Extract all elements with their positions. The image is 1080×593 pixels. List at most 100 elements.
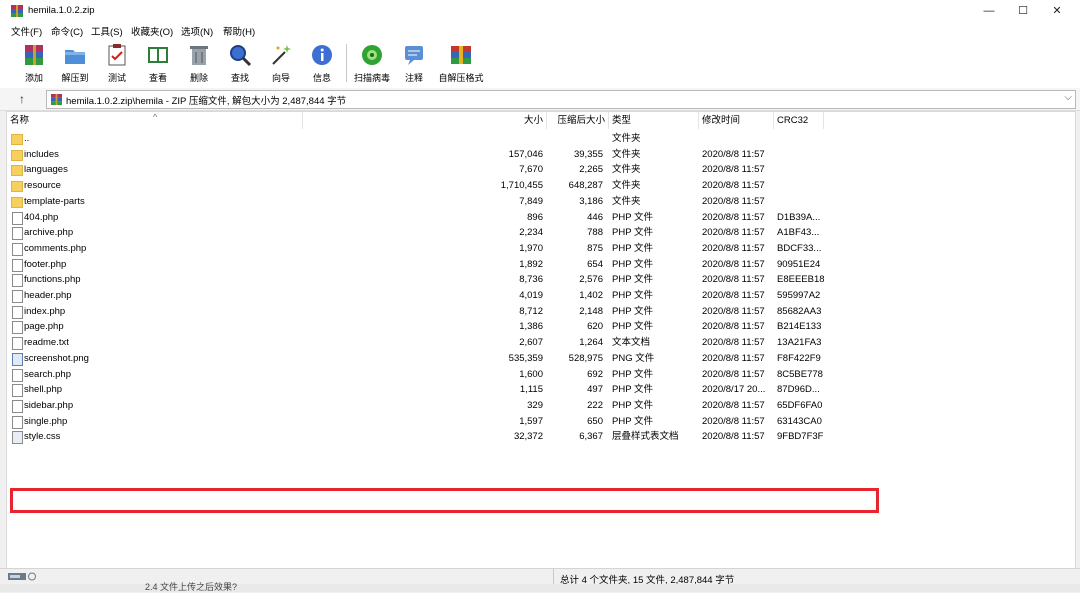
file-name: .. <box>24 133 30 144</box>
file-crc: 13A21FA3 <box>777 337 822 349</box>
file-crc: BDCF33... <box>777 242 822 254</box>
column-header-packed[interactable]: 压缩后大小 <box>547 112 609 129</box>
php-file-icon <box>12 368 23 382</box>
file-row[interactable]: includes 157,046 39,355 文件夹 2020/8/8 11:57 <box>7 147 1075 163</box>
find-button[interactable]: 查找 <box>220 41 260 87</box>
file-type: PHP 文件 <box>612 321 654 333</box>
file-packed-size: 692 <box>587 368 603 380</box>
drive-icon <box>8 572 36 581</box>
file-modified: 2020/8/8 11:57 <box>702 258 765 270</box>
file-name: single.php <box>24 415 68 427</box>
file-row[interactable]: style.css 32,372 6,367 层叠样式表文档 2020/8/8 11:5… <box>7 429 1075 445</box>
file-name: 404.php <box>24 211 59 223</box>
file-row[interactable]: sidebar.php 329 222 PHP 文件 2020/8/8 11:57 65D… <box>7 398 1075 414</box>
highlight-box <box>10 488 879 513</box>
menu-tools[interactable]: 工具(S) <box>91 24 123 38</box>
column-header-name[interactable]: 名称 ^ <box>7 112 303 129</box>
file-packed-size: 1,402 <box>579 290 603 301</box>
php-file-icon <box>12 242 23 256</box>
extract-to-button[interactable]: 解压到 <box>55 41 95 87</box>
file-row[interactable]: .. 文件夹 <box>7 131 1075 147</box>
info-button[interactable]: 信息 <box>302 41 342 87</box>
file-size: 1,386 <box>519 321 543 333</box>
file-modified: 2020/8/17 20... <box>702 384 766 396</box>
wizard-button[interactable]: 向导 <box>261 41 301 87</box>
file-size: 2,607 <box>519 337 543 349</box>
file-name: style.css <box>24 431 61 443</box>
php-file-icon <box>12 227 23 241</box>
file-row[interactable]: template-parts 7,849 3,186 文件夹 2020/8/8 11:5… <box>7 194 1075 210</box>
virus-scan-icon <box>362 45 382 65</box>
file-row[interactable]: readme.txt 2,607 1,264 文本文档 2020/8/8 11:57 13… <box>7 335 1075 351</box>
folder-icon <box>11 149 23 161</box>
test-button[interactable]: 测试 <box>97 41 137 87</box>
file-row[interactable]: shell.php 1,115 497 PHP 文件 2020/8/17 20... 87… <box>7 382 1075 398</box>
scan-virus-button[interactable]: 扫描病毒 <box>352 41 392 87</box>
file-packed-size: 497 <box>587 384 603 396</box>
up-one-level-button[interactable]: ↑ <box>14 91 30 107</box>
add-button[interactable]: 添加 <box>14 41 54 87</box>
column-header-type[interactable]: 类型 <box>609 112 699 129</box>
file-row[interactable]: functions.php 8,736 2,576 PHP 文件 2020/8/8 11… <box>7 272 1075 288</box>
file-row[interactable]: footer.php 1,892 654 PHP 文件 2020/8/8 11:57 90… <box>7 257 1075 273</box>
file-row[interactable]: languages 7,670 2,265 文件夹 2020/8/8 11:57 <box>7 162 1075 178</box>
sfx-button[interactable]: 自解压格式 <box>438 41 484 87</box>
file-name: index.php <box>24 305 66 317</box>
file-size: 896 <box>527 211 543 223</box>
file-modified: 2020/8/8 11:57 <box>702 274 765 286</box>
file-packed-size: 2,576 <box>579 274 603 286</box>
php-file-icon <box>12 384 23 398</box>
menu-favorites[interactable]: 收藏夹(O) <box>131 24 173 38</box>
column-header-modified[interactable]: 修改时间 <box>699 112 774 129</box>
file-row[interactable]: comments.php 1,970 875 PHP 文件 2020/8/8 11:57… <box>7 241 1075 257</box>
file-size: 1,970 <box>519 242 543 254</box>
file-type: 文件夹 <box>612 164 641 176</box>
chevron-down-icon[interactable]: ⌵ <box>1064 92 1072 103</box>
file-row[interactable]: archive.php 2,234 788 PHP 文件 2020/8/8 11:57 A… <box>7 225 1075 241</box>
file-type: 层叠样式表文档 <box>612 431 679 443</box>
view-button[interactable]: 查看 <box>138 41 178 87</box>
file-row[interactable]: header.php 4,019 1,402 PHP 文件 2020/8/8 11:57… <box>7 288 1075 304</box>
file-row[interactable]: single.php 1,597 650 PHP 文件 2020/8/8 11:57 63… <box>7 414 1075 430</box>
file-name: page.php <box>24 321 64 333</box>
column-header-size[interactable]: 大小 <box>303 112 547 129</box>
file-row[interactable]: page.php 1,386 620 PHP 文件 2020/8/8 11:57 B214… <box>7 319 1075 335</box>
file-modified: 2020/8/8 11:57 <box>702 352 765 364</box>
minimize-button[interactable]: — <box>972 0 1006 22</box>
file-row[interactable]: 404.php 896 446 PHP 文件 2020/8/8 11:57 D1B39A.… <box>7 210 1075 226</box>
background-heading: 2.4 文件上传之后效果? <box>145 582 238 592</box>
file-row[interactable]: search.php 1,600 692 PHP 文件 2020/8/8 11:57 8C… <box>7 367 1075 383</box>
file-size: 8,736 <box>519 274 543 286</box>
file-packed-size: 654 <box>587 258 603 270</box>
text-file-icon <box>12 337 23 351</box>
menu-help[interactable]: 帮助(H) <box>223 24 255 38</box>
menu-options[interactable]: 选项(N) <box>181 24 213 38</box>
php-file-icon <box>12 290 23 303</box>
menu-bar: 文件(F) 命令(C) 工具(S) 收藏夹(O) 选项(N) 帮助(H) <box>0 22 1080 38</box>
maximize-button[interactable]: ☐ <box>1006 0 1040 22</box>
file-crc: 85682AA3 <box>777 305 822 317</box>
comment-button[interactable]: 注释 <box>394 41 434 87</box>
delete-button[interactable]: 删除 <box>179 41 219 87</box>
close-button[interactable]: ✕ <box>1040 0 1074 22</box>
background-page: 2.4 文件上传之后效果? <box>0 582 1080 592</box>
file-name: shell.php <box>24 384 63 396</box>
menu-commands[interactable]: 命令(C) <box>51 24 83 38</box>
file-row[interactable]: index.php 8,712 2,148 PHP 文件 2020/8/8 11:57 8… <box>7 304 1075 320</box>
php-file-icon <box>12 274 23 288</box>
column-header-crc[interactable]: CRC32 <box>774 112 824 129</box>
file-row[interactable]: screenshot.png 535,359 528,975 PNG 文件 2020/8… <box>7 351 1075 367</box>
file-crc: 90951E24 <box>777 258 821 270</box>
sfx-label: 自解压格式 <box>438 73 484 83</box>
path-field[interactable]: hemila.1.0.2.zip\hemila - ZIP 压缩文件, 解包大小… <box>46 90 1076 109</box>
menu-file[interactable]: 文件(F) <box>11 24 42 38</box>
file-crc: 8C5BE778 <box>777 368 823 380</box>
file-modified: 2020/8/8 11:57 <box>702 290 765 301</box>
file-modified: 2020/8/8 11:57 <box>702 415 765 427</box>
php-file-icon <box>12 321 23 335</box>
add-archive-icon <box>25 45 43 65</box>
file-type: 文本文档 <box>612 337 651 349</box>
column-name-label: 名称 <box>10 115 30 126</box>
file-row[interactable]: resource 1,710,455 648,287 文件夹 2020/8/8 11:5… <box>7 178 1075 194</box>
file-size: 7,670 <box>519 164 543 176</box>
